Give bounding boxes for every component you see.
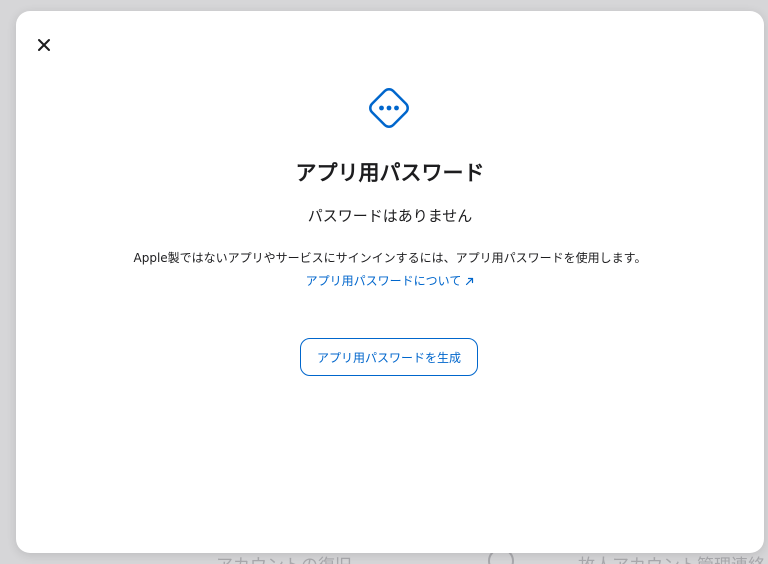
app-passwords-dialog: アプリ用パスワード パスワードはありません Apple製ではないアプリやサービス… bbox=[16, 11, 764, 553]
ellipsis-diamond-icon bbox=[362, 81, 416, 135]
empty-state-message: パスワードはありません bbox=[307, 207, 473, 225]
dialog-title: アプリ用パスワード bbox=[295, 161, 485, 185]
close-button[interactable] bbox=[34, 35, 54, 55]
learn-more-label: アプリ用パスワードについて bbox=[305, 274, 462, 288]
description-text: Apple製ではないアプリやサービスにサインインするには、アプリ用パスワードを使… bbox=[133, 251, 647, 265]
close-icon bbox=[38, 39, 50, 51]
learn-more-link[interactable]: アプリ用パスワードについて bbox=[16, 272, 764, 289]
generate-app-password-button[interactable]: アプリ用パスワードを生成 bbox=[300, 338, 478, 376]
external-arrow-icon bbox=[466, 277, 474, 286]
